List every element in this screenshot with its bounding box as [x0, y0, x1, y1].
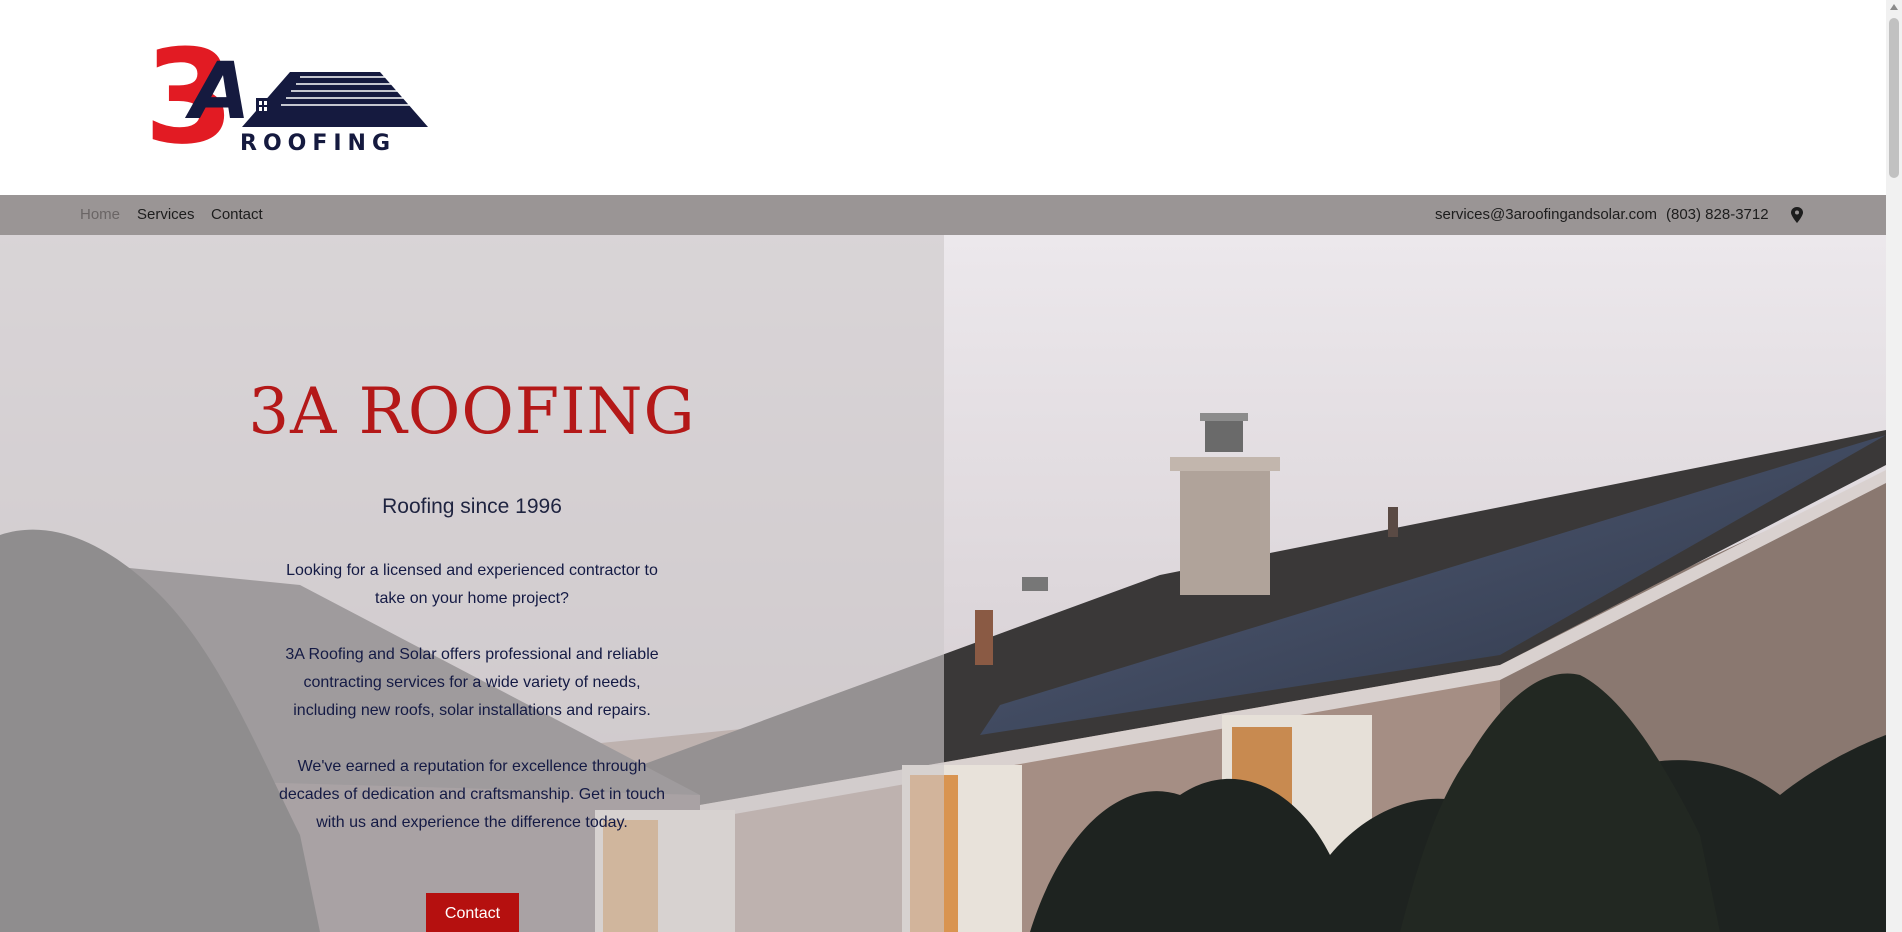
scroll-up-arrow-icon[interactable] — [1890, 4, 1898, 10]
hero-subtitle: Roofing since 1996 — [382, 495, 562, 518]
hero-contact-button[interactable]: Contact — [426, 893, 519, 932]
scrollbar-thumb[interactable] — [1889, 18, 1899, 178]
nav-contact[interactable]: Contact — [211, 195, 263, 235]
email-link[interactable]: services@3aroofingandsolar.com — [1435, 195, 1657, 235]
hero-intro-text: Looking for a licensed and experienced c… — [286, 562, 658, 607]
nav-home[interactable]: Home — [80, 195, 120, 235]
hero-services-text: 3A Roofing and Solar offers professional… — [285, 646, 659, 719]
map-pin-icon[interactable] — [1790, 207, 1804, 223]
page-scrollbar[interactable] — [1886, 0, 1902, 932]
site-header: 3 A ROOFING — [0, 0, 1886, 195]
nav-services[interactable]: Services — [137, 195, 195, 235]
phone-link[interactable]: (803) 828-3712 — [1666, 195, 1769, 235]
hero-section: 3A ROOFING Roofing since 1996 Looking fo… — [0, 235, 1886, 932]
navigation-bar: Home Services Contact services@3aroofing… — [0, 195, 1886, 235]
company-logo[interactable]: 3 A ROOFING — [150, 42, 430, 154]
hero-reputation-text: We've earned a reputation for excellence… — [278, 758, 665, 831]
logo-a: A — [184, 47, 250, 137]
logo-wordmark: ROOFING — [240, 131, 396, 154]
hero-title: 3A ROOFING — [248, 375, 696, 449]
